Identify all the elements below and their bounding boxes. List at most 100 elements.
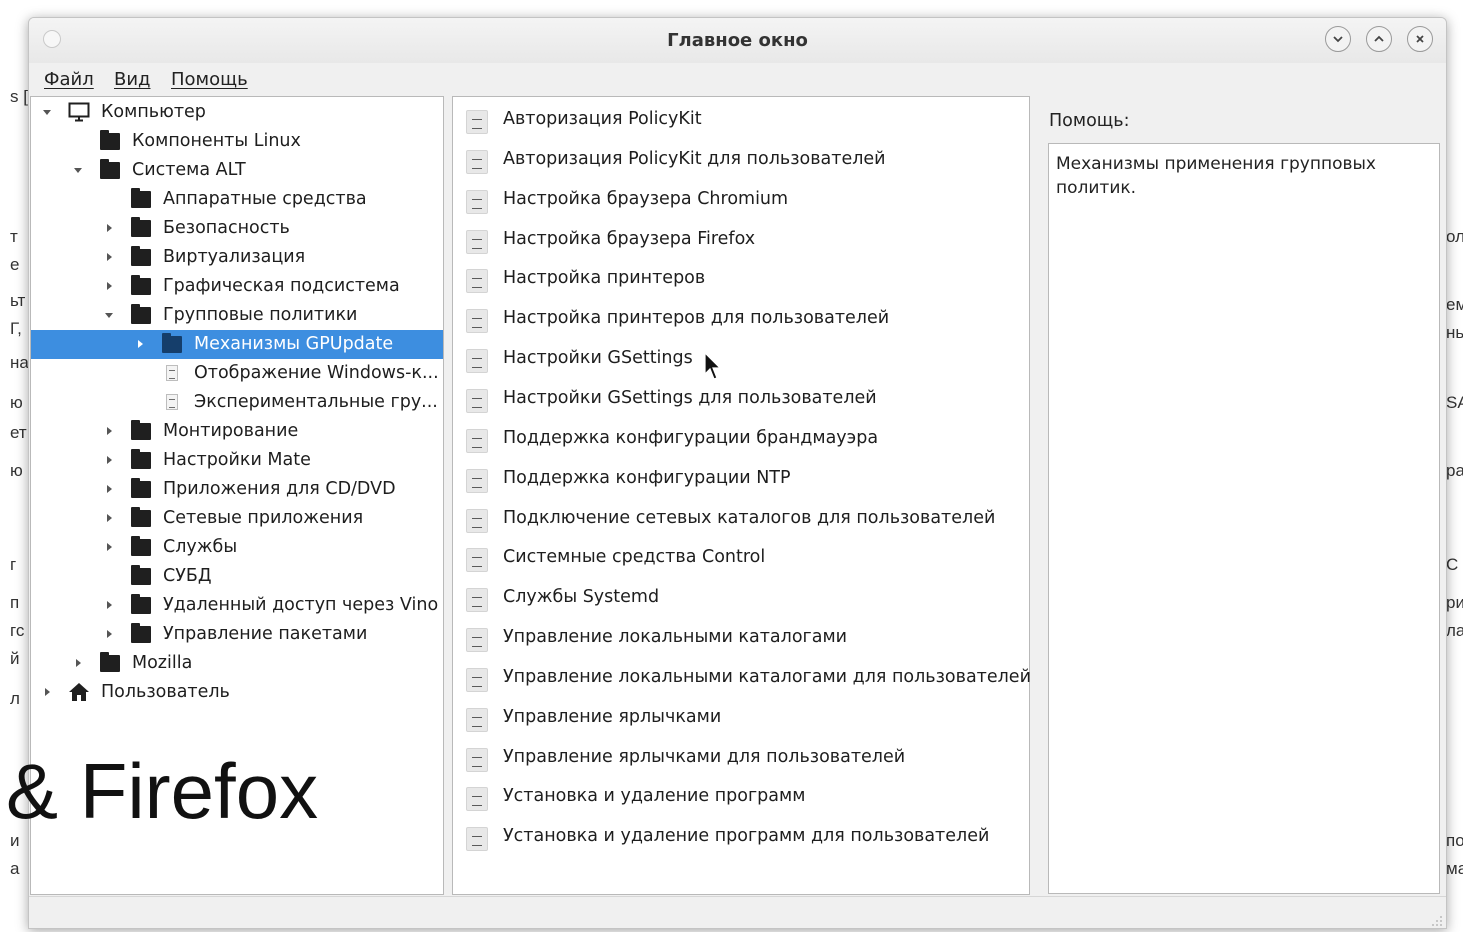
list-item[interactable]: Системные средства Control xyxy=(453,537,1029,577)
list-item[interactable]: Установка и удаление программ xyxy=(453,776,1029,816)
help-label: Помощь: xyxy=(1049,111,1130,131)
tree-item[interactable]: СУБД xyxy=(31,562,443,591)
expand-arrow-icon[interactable] xyxy=(72,657,84,669)
list-item[interactable]: Управление ярлычками для пользователей xyxy=(453,737,1029,777)
close-button[interactable] xyxy=(1407,26,1433,52)
minimize-button[interactable] xyxy=(1325,26,1351,52)
list-item[interactable]: Службы Systemd xyxy=(453,577,1029,617)
document-icon xyxy=(466,149,488,174)
tree-item[interactable]: Аппаратные средства xyxy=(31,185,443,214)
expand-arrow-icon[interactable] xyxy=(41,686,53,698)
tree-item[interactable]: Отображение Windows-к... xyxy=(31,359,443,388)
module-list[interactable]: Авторизация PolicyKit Авторизация PolicyK… xyxy=(452,96,1031,895)
maximize-button[interactable] xyxy=(1366,26,1392,52)
tree-item[interactable]: Управление пакетами xyxy=(31,620,443,649)
folder-icon xyxy=(99,651,121,673)
expand-arrow-icon[interactable] xyxy=(103,222,115,234)
tree-item-label: Удаленный доступ через Vino xyxy=(163,595,439,615)
expand-arrow-icon[interactable] xyxy=(103,628,115,640)
list-item[interactable]: Авторизация PolicyKit для пользователей xyxy=(453,139,1029,179)
computer-icon xyxy=(68,102,90,122)
tree-item[interactable]: Виртуализация xyxy=(31,243,443,272)
background-text-fragment: SA xyxy=(1446,393,1463,412)
tree-item[interactable]: Пользователь xyxy=(31,678,443,707)
list-item[interactable]: Настройка браузера Firefox xyxy=(453,219,1029,259)
close-icon xyxy=(1416,35,1424,43)
list-item-label: Управление локальными каталогами для пол… xyxy=(503,666,1031,687)
list-item[interactable]: Настройки GSettings для пользователей xyxy=(453,378,1029,418)
list-item[interactable]: Настройка браузера Chromium xyxy=(453,179,1029,219)
tree-item[interactable]: Монтирование xyxy=(31,417,443,446)
tree-item[interactable]: Компьютер xyxy=(31,98,443,127)
document-icon xyxy=(466,269,488,294)
list-item-label: Авторизация PolicyKit xyxy=(503,109,702,129)
tree-item[interactable]: Службы xyxy=(31,533,443,562)
tree-item[interactable]: Графическая подсистема xyxy=(31,272,443,301)
title-bar[interactable]: Главное окно xyxy=(29,18,1446,63)
tree-item-label: Настройки Mate xyxy=(163,450,311,470)
tree-item[interactable]: Сетевые приложения xyxy=(31,504,443,533)
list-item-label: Настройка браузера Chromium xyxy=(503,188,789,209)
chevron-up-icon xyxy=(1374,35,1384,42)
list-item-label: Авторизация PolicyKit для пользователей xyxy=(503,148,886,169)
expand-arrow-icon[interactable] xyxy=(103,251,115,263)
folder-icon xyxy=(130,245,152,267)
document-icon xyxy=(466,548,488,573)
collapse-arrow-icon[interactable] xyxy=(103,309,115,321)
tree-item[interactable]: Безопасность xyxy=(31,214,443,243)
tree-item[interactable]: Экспериментальные гру... xyxy=(31,388,443,417)
list-item[interactable]: Управление ярлычками xyxy=(453,697,1029,737)
expand-arrow-icon[interactable] xyxy=(103,483,115,495)
expand-arrow-icon[interactable] xyxy=(103,454,115,466)
expand-arrow-icon[interactable] xyxy=(134,338,146,350)
list-item[interactable]: Установка и удаление программ для пользо… xyxy=(453,816,1029,856)
tree-item[interactable]: Групповые политики xyxy=(31,301,443,330)
tree-item-label: СУБД xyxy=(163,566,212,586)
tree-item[interactable]: Механизмы GPUpdate xyxy=(31,330,443,359)
document-icon xyxy=(466,747,488,772)
tree-item-label: Графическая подсистема xyxy=(163,276,400,296)
document-icon xyxy=(466,428,488,453)
tree-item-label: Механизмы GPUpdate xyxy=(194,334,394,354)
list-item[interactable]: Настройка принтеров для пользователей xyxy=(453,298,1029,338)
tree-item-label: Управление пакетами xyxy=(163,624,368,644)
list-item[interactable]: Поддержка конфигурации брандмауэра xyxy=(453,418,1029,458)
list-item[interactable]: Настройки GSettings xyxy=(453,338,1029,378)
expand-arrow-icon[interactable] xyxy=(103,425,115,437)
menu-view[interactable]: Вид xyxy=(114,69,151,90)
document-icon xyxy=(466,110,488,134)
menu-file[interactable]: Файл xyxy=(44,69,94,90)
list-item[interactable]: Поддержка конфигурации NTP xyxy=(453,458,1029,498)
list-item[interactable]: Настройка принтеров xyxy=(453,258,1029,298)
list-item[interactable]: Авторизация PolicyKit xyxy=(453,99,1029,139)
tree-item[interactable]: Компоненты Linux xyxy=(31,127,443,156)
document-icon xyxy=(466,229,488,254)
background-text-fragment: е xyxy=(10,255,20,274)
tree-item[interactable]: Система ALT xyxy=(31,156,443,185)
tree-item[interactable]: Настройки Mate xyxy=(31,446,443,475)
expand-arrow-icon[interactable] xyxy=(103,541,115,553)
expand-arrow-icon[interactable] xyxy=(103,599,115,611)
mouse-pointer-icon xyxy=(704,352,722,380)
list-item[interactable]: Управление локальными каталогами xyxy=(453,617,1029,657)
background-text-fragment: ем xyxy=(1446,295,1463,314)
list-item[interactable]: Управление локальными каталогами для пол… xyxy=(453,657,1031,697)
expand-arrow-icon[interactable] xyxy=(103,280,115,292)
tree-item[interactable]: Удаленный доступ через Vino xyxy=(31,591,443,620)
document-icon xyxy=(466,707,488,732)
list-item[interactable]: Подключение сетевых каталогов для пользо… xyxy=(453,498,1029,538)
folder-icon xyxy=(130,303,152,325)
collapse-arrow-icon[interactable] xyxy=(41,106,53,118)
tree-item[interactable]: Приложения для CD/DVD xyxy=(31,475,443,504)
resize-grip-icon[interactable] xyxy=(1431,915,1443,927)
background-text-fragment: ю xyxy=(10,393,23,412)
collapse-arrow-icon[interactable] xyxy=(72,164,84,176)
tree-item-label: Компьютер xyxy=(101,102,206,122)
background-text-fragment: Г, xyxy=(10,319,22,338)
background-text-fragment: г xyxy=(10,555,17,574)
menu-help[interactable]: Помощь xyxy=(171,69,248,90)
tree-item[interactable]: Mozilla xyxy=(31,649,443,678)
list-item-label: Настройка принтеров для пользователей xyxy=(503,308,890,329)
expand-arrow-icon[interactable] xyxy=(103,512,115,524)
background-text-fragment: С xyxy=(1446,555,1459,574)
